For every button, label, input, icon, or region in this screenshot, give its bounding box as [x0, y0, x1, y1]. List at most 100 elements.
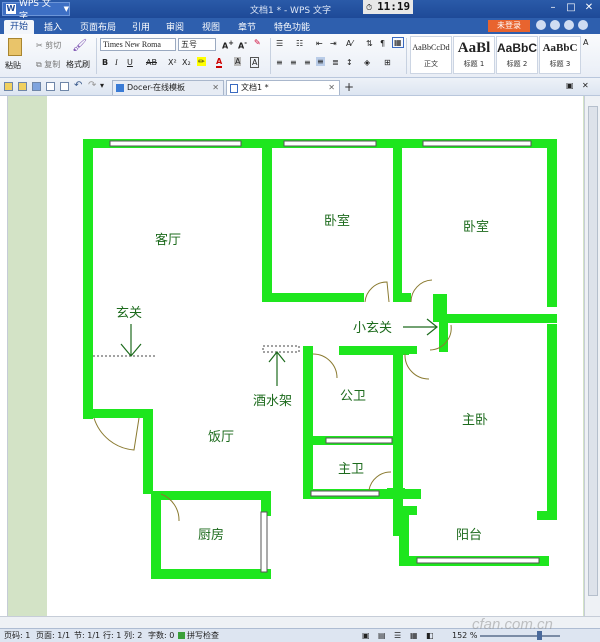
- vertical-scrollbar[interactable]: [584, 96, 600, 616]
- skin-icon[interactable]: [536, 20, 546, 30]
- settings-icon[interactable]: [550, 20, 560, 30]
- wall: [83, 139, 93, 419]
- close-icon[interactable]: ✕: [582, 2, 596, 14]
- maximize-icon[interactable]: □: [564, 2, 578, 14]
- wall: [439, 314, 448, 352]
- customize-qat-icon[interactable]: ▾: [100, 81, 104, 90]
- clear-format-icon[interactable]: ✎: [254, 38, 261, 47]
- zoom-slider[interactable]: [480, 635, 560, 637]
- save-icon[interactable]: [32, 82, 41, 91]
- char-shading-icon[interactable]: A: [234, 57, 242, 66]
- align-right-icon[interactable]: ≡: [304, 58, 311, 67]
- doc-tab-document1[interactable]: 文档1 * ✕: [226, 80, 340, 95]
- close-tab-icon[interactable]: ✕: [328, 81, 335, 95]
- doc-tab-docer[interactable]: Docer-在线模板 ✕: [112, 80, 224, 95]
- status-page: 页码: 1: [4, 631, 31, 640]
- watermark-text: cfan.com.cn: [472, 616, 553, 633]
- room-label-master-bedroom: 主卧: [462, 413, 489, 428]
- bold-icon[interactable]: B: [102, 58, 108, 67]
- room-label-small-entrance: 小玄关: [353, 321, 393, 336]
- paste-icon[interactable]: [8, 38, 22, 56]
- align-left-icon[interactable]: ≡: [276, 58, 283, 67]
- tab-view[interactable]: 视图: [202, 20, 220, 33]
- font-color-icon[interactable]: A: [216, 57, 223, 68]
- open-file-icon[interactable]: [4, 82, 13, 91]
- view-reading-icon[interactable]: ◧: [426, 629, 434, 642]
- status-section: 节: 1/1: [74, 631, 101, 640]
- copy-button[interactable]: ⧉ 复制: [36, 59, 60, 70]
- distributed-icon[interactable]: ≣: [332, 58, 339, 67]
- shrink-font-icon[interactable]: A-: [238, 39, 247, 51]
- style-heading-1[interactable]: AaBl 标题 1: [453, 36, 495, 74]
- undo-icon[interactable]: ↶: [74, 80, 82, 91]
- decrease-indent-icon[interactable]: ⇤: [316, 39, 323, 48]
- view-outline-icon[interactable]: ☰: [394, 629, 401, 642]
- style-heading-3[interactable]: AaBbC 标题 3: [539, 36, 581, 74]
- door-swing: [364, 281, 390, 303]
- justify-icon[interactable]: ≡: [316, 57, 325, 66]
- new-style-icon[interactable]: A: [583, 38, 588, 47]
- restore-icon[interactable]: ▣: [566, 81, 574, 90]
- borders-icon[interactable]: ⊞: [384, 58, 391, 67]
- cut-label: 剪切: [45, 41, 62, 50]
- collapse-ribbon-icon[interactable]: [578, 20, 588, 30]
- highlight-icon[interactable]: ✏: [197, 57, 206, 66]
- show-marks-icon[interactable]: ¶: [380, 39, 385, 48]
- new-tab-button[interactable]: +: [344, 80, 354, 94]
- redo-icon[interactable]: ↷: [88, 80, 96, 91]
- tab-special-features[interactable]: 特色功能: [274, 20, 310, 33]
- tab-section[interactable]: 章节: [238, 20, 256, 33]
- wall: [393, 139, 402, 302]
- table-grid-icon[interactable]: ▦: [392, 37, 404, 48]
- wall: [151, 491, 161, 579]
- format-painter-icon[interactable]: 🖌: [72, 38, 87, 52]
- view-web-icon[interactable]: ▦: [410, 629, 418, 642]
- close-tab-icon[interactable]: ✕: [212, 81, 219, 95]
- font-name-select[interactable]: Times New Roma: [100, 38, 176, 51]
- bullets-icon[interactable]: ☰: [276, 39, 283, 48]
- sort-icon[interactable]: ⇅: [366, 39, 373, 48]
- login-button[interactable]: 未登录: [488, 20, 530, 32]
- cut-button[interactable]: ✂ 剪切: [36, 40, 61, 51]
- tab-page-layout[interactable]: 页面布局: [80, 20, 116, 33]
- status-wordcount[interactable]: 字数: 0: [148, 629, 174, 642]
- grow-font-icon[interactable]: A+: [222, 39, 234, 51]
- chinese-layout-icon[interactable]: A⁄: [346, 39, 353, 48]
- tab-review[interactable]: 审阅: [166, 20, 184, 33]
- folder-icon[interactable]: [18, 82, 27, 91]
- style-heading-2[interactable]: AaBbC 标题 2: [496, 36, 538, 74]
- paste-button[interactable]: 粘贴: [5, 60, 21, 71]
- line-spacing-icon[interactable]: ↕: [346, 58, 353, 67]
- underline-icon[interactable]: U: [127, 58, 133, 67]
- minimize-icon[interactable]: –: [546, 2, 560, 14]
- subscript-icon[interactable]: X₂: [182, 58, 191, 67]
- print-icon[interactable]: [46, 82, 55, 91]
- help-icon[interactable]: [564, 20, 574, 30]
- tab-references[interactable]: 引用: [132, 20, 150, 33]
- increase-indent-icon[interactable]: ⇥: [330, 39, 337, 48]
- font-size-select[interactable]: 五号: [178, 38, 216, 51]
- scrollbar-thumb[interactable]: [588, 106, 598, 596]
- window: [422, 140, 532, 147]
- format-painter-button[interactable]: 格式刷: [66, 59, 90, 70]
- view-fullscreen-icon[interactable]: ▣: [362, 629, 370, 642]
- italic-icon[interactable]: I: [115, 58, 118, 67]
- shading-icon[interactable]: ◈: [364, 58, 370, 67]
- close-document-icon[interactable]: ✕: [582, 81, 589, 90]
- print-preview-icon[interactable]: [60, 82, 69, 91]
- spellcheck-toggle[interactable]: 拼写检查: [187, 629, 219, 642]
- numbering-icon[interactable]: ☷: [296, 39, 303, 48]
- align-center-icon[interactable]: ≡: [290, 58, 297, 67]
- room-label-balcony: 阳台: [456, 528, 483, 543]
- menu-tab-bar: 开始 插入 页面布局 引用 审阅 视图 章节 特色功能 未登录: [0, 18, 600, 34]
- style-name: 标题 3: [549, 60, 571, 68]
- tab-insert[interactable]: 插入: [44, 20, 62, 33]
- tab-home[interactable]: 开始: [4, 20, 35, 34]
- wall: [83, 409, 151, 418]
- char-border-icon[interactable]: A: [250, 57, 260, 68]
- view-page-icon[interactable]: ▤: [378, 629, 386, 642]
- app-menu-button[interactable]: W WPS 文字 ▼: [2, 0, 70, 22]
- superscript-icon[interactable]: X²: [168, 58, 177, 67]
- style-normal[interactable]: AaBbCcDd 正文: [410, 36, 452, 74]
- strikethrough-icon[interactable]: AB: [146, 58, 157, 67]
